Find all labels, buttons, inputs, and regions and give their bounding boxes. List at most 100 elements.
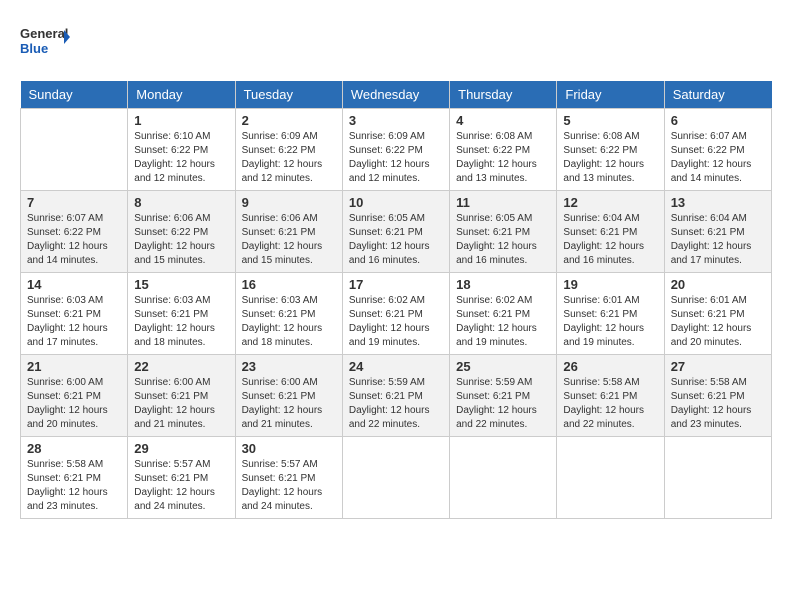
day-number: 17 <box>349 277 443 292</box>
day-number: 5 <box>563 113 657 128</box>
day-number: 14 <box>27 277 121 292</box>
weekday-header: Thursday <box>450 81 557 109</box>
calendar-cell: 16 Sunrise: 6:03 AM Sunset: 6:21 PM Dayli… <box>235 273 342 355</box>
calendar-week-row: 1Sunrise: 6:10 AM Sunset: 6:22 PM Daylig… <box>21 109 772 191</box>
calendar-cell: 4 Sunrise: 6:08 AM Sunset: 6:22 PM Daylig… <box>450 109 557 191</box>
day-info: Sunrise: 6:10 AM Sunset: 6:22 PM Dayligh… <box>134 130 228 186</box>
day-number: 28 <box>27 441 121 456</box>
calendar-cell: 26 Sunrise: 5:58 AM Sunset: 6:21 PM Dayli… <box>557 355 664 437</box>
weekday-header: Wednesday <box>342 81 449 109</box>
day-info: Sunrise: 6:09 AM Sunset: 6:22 PM Dayligh… <box>349 130 443 186</box>
day-number: 3 <box>349 113 443 128</box>
day-number: 25 <box>456 359 550 374</box>
calendar-cell: 24 Sunrise: 5:59 AM Sunset: 6:21 PM Dayli… <box>342 355 449 437</box>
day-number: 29 <box>134 441 228 456</box>
day-info: Sunrise: 5:58 AM Sunset: 6:21 PM Dayligh… <box>27 458 121 514</box>
calendar-table: SundayMondayTuesdayWednesdayThursdayFrid… <box>20 81 772 519</box>
day-info: Sunrise: 6:00 AM Sunset: 6:21 PM Dayligh… <box>27 376 121 432</box>
weekday-header: Sunday <box>21 81 128 109</box>
calendar-cell: 3 Sunrise: 6:09 AM Sunset: 6:22 PM Daylig… <box>342 109 449 191</box>
svg-text:General: General <box>20 26 68 41</box>
day-info: Sunrise: 6:03 AM Sunset: 6:21 PM Dayligh… <box>27 294 121 350</box>
day-info: Sunrise: 5:57 AM Sunset: 6:21 PM Dayligh… <box>134 458 228 514</box>
day-number: 24 <box>349 359 443 374</box>
day-number: 4 <box>456 113 550 128</box>
day-info: Sunrise: 6:02 AM Sunset: 6:21 PM Dayligh… <box>349 294 443 350</box>
day-info: Sunrise: 6:07 AM Sunset: 6:22 PM Dayligh… <box>27 212 121 268</box>
day-info: Sunrise: 6:06 AM Sunset: 6:22 PM Dayligh… <box>134 212 228 268</box>
calendar-cell: 12 Sunrise: 6:04 AM Sunset: 6:21 PM Dayli… <box>557 191 664 273</box>
calendar-cell: 21 Sunrise: 6:00 AM Sunset: 6:21 PM Dayli… <box>21 355 128 437</box>
calendar-cell: 25 Sunrise: 5:59 AM Sunset: 6:21 PM Dayli… <box>450 355 557 437</box>
day-info: Sunrise: 5:59 AM Sunset: 6:21 PM Dayligh… <box>456 376 550 432</box>
day-number: 21 <box>27 359 121 374</box>
day-number: 12 <box>563 195 657 210</box>
calendar-cell: 15 Sunrise: 6:03 AM Sunset: 6:21 PM Dayli… <box>128 273 235 355</box>
calendar-cell: 20Sunrise: 6:01 AM Sunset: 6:21 PM Dayli… <box>664 273 771 355</box>
day-info: Sunrise: 6:05 AM Sunset: 6:21 PM Dayligh… <box>456 212 550 268</box>
calendar-cell: 2 Sunrise: 6:09 AM Sunset: 6:22 PM Daylig… <box>235 109 342 191</box>
day-info: Sunrise: 6:03 AM Sunset: 6:21 PM Dayligh… <box>134 294 228 350</box>
calendar-cell: 8 Sunrise: 6:06 AM Sunset: 6:22 PM Daylig… <box>128 191 235 273</box>
calendar-week-row: 28 Sunrise: 5:58 AM Sunset: 6:21 PM Dayli… <box>21 437 772 519</box>
calendar-cell: 17 Sunrise: 6:02 AM Sunset: 6:21 PM Dayli… <box>342 273 449 355</box>
calendar-cell: 13 Sunrise: 6:04 AM Sunset: 6:21 PM Dayli… <box>664 191 771 273</box>
calendar-cell <box>342 437 449 519</box>
logo: General Blue <box>20 20 70 65</box>
calendar-cell: 18Sunrise: 6:02 AM Sunset: 6:21 PM Dayli… <box>450 273 557 355</box>
calendar-week-row: 7 Sunrise: 6:07 AM Sunset: 6:22 PM Daylig… <box>21 191 772 273</box>
day-info: Sunrise: 6:00 AM Sunset: 6:21 PM Dayligh… <box>242 376 336 432</box>
day-info: Sunrise: 6:01 AM Sunset: 6:21 PM Dayligh… <box>563 294 657 350</box>
weekday-header: Monday <box>128 81 235 109</box>
weekday-header: Tuesday <box>235 81 342 109</box>
svg-text:Blue: Blue <box>20 41 48 56</box>
day-number: 15 <box>134 277 228 292</box>
day-number: 26 <box>563 359 657 374</box>
weekday-header: Saturday <box>664 81 771 109</box>
calendar-cell <box>557 437 664 519</box>
day-number: 20 <box>671 277 765 292</box>
header: General Blue <box>20 20 772 65</box>
day-info: Sunrise: 6:03 AM Sunset: 6:21 PM Dayligh… <box>242 294 336 350</box>
calendar-cell <box>664 437 771 519</box>
calendar-cell: 14 Sunrise: 6:03 AM Sunset: 6:21 PM Dayli… <box>21 273 128 355</box>
logo-svg: General Blue <box>20 20 70 65</box>
day-number: 11 <box>456 195 550 210</box>
day-number: 27 <box>671 359 765 374</box>
calendar-week-row: 14 Sunrise: 6:03 AM Sunset: 6:21 PM Dayli… <box>21 273 772 355</box>
day-number: 2 <box>242 113 336 128</box>
day-number: 10 <box>349 195 443 210</box>
weekday-header: Friday <box>557 81 664 109</box>
calendar-cell: 22 Sunrise: 6:00 AM Sunset: 6:21 PM Dayli… <box>128 355 235 437</box>
calendar-cell: 29 Sunrise: 5:57 AM Sunset: 6:21 PM Dayli… <box>128 437 235 519</box>
day-number: 16 <box>242 277 336 292</box>
day-info: Sunrise: 6:08 AM Sunset: 6:22 PM Dayligh… <box>456 130 550 186</box>
day-info: Sunrise: 6:00 AM Sunset: 6:21 PM Dayligh… <box>134 376 228 432</box>
day-info: Sunrise: 5:58 AM Sunset: 6:21 PM Dayligh… <box>563 376 657 432</box>
day-number: 9 <box>242 195 336 210</box>
weekday-header-row: SundayMondayTuesdayWednesdayThursdayFrid… <box>21 81 772 109</box>
calendar-cell: 11 Sunrise: 6:05 AM Sunset: 6:21 PM Dayli… <box>450 191 557 273</box>
day-info: Sunrise: 6:06 AM Sunset: 6:21 PM Dayligh… <box>242 212 336 268</box>
calendar-cell: 28 Sunrise: 5:58 AM Sunset: 6:21 PM Dayli… <box>21 437 128 519</box>
day-number: 23 <box>242 359 336 374</box>
calendar-week-row: 21 Sunrise: 6:00 AM Sunset: 6:21 PM Dayli… <box>21 355 772 437</box>
day-number: 22 <box>134 359 228 374</box>
calendar-cell: 27 Sunrise: 5:58 AM Sunset: 6:21 PM Dayli… <box>664 355 771 437</box>
day-info: Sunrise: 6:04 AM Sunset: 6:21 PM Dayligh… <box>563 212 657 268</box>
day-info: Sunrise: 6:09 AM Sunset: 6:22 PM Dayligh… <box>242 130 336 186</box>
calendar-cell: 1Sunrise: 6:10 AM Sunset: 6:22 PM Daylig… <box>128 109 235 191</box>
day-number: 8 <box>134 195 228 210</box>
calendar-cell: 6Sunrise: 6:07 AM Sunset: 6:22 PM Daylig… <box>664 109 771 191</box>
day-info: Sunrise: 5:59 AM Sunset: 6:21 PM Dayligh… <box>349 376 443 432</box>
day-info: Sunrise: 6:04 AM Sunset: 6:21 PM Dayligh… <box>671 212 765 268</box>
day-info: Sunrise: 5:58 AM Sunset: 6:21 PM Dayligh… <box>671 376 765 432</box>
day-number: 18 <box>456 277 550 292</box>
calendar-cell: 10Sunrise: 6:05 AM Sunset: 6:21 PM Dayli… <box>342 191 449 273</box>
calendar-cell: 5 Sunrise: 6:08 AM Sunset: 6:22 PM Daylig… <box>557 109 664 191</box>
day-number: 13 <box>671 195 765 210</box>
day-number: 7 <box>27 195 121 210</box>
calendar-cell: 30Sunrise: 5:57 AM Sunset: 6:21 PM Dayli… <box>235 437 342 519</box>
day-info: Sunrise: 6:08 AM Sunset: 6:22 PM Dayligh… <box>563 130 657 186</box>
day-info: Sunrise: 6:07 AM Sunset: 6:22 PM Dayligh… <box>671 130 765 186</box>
